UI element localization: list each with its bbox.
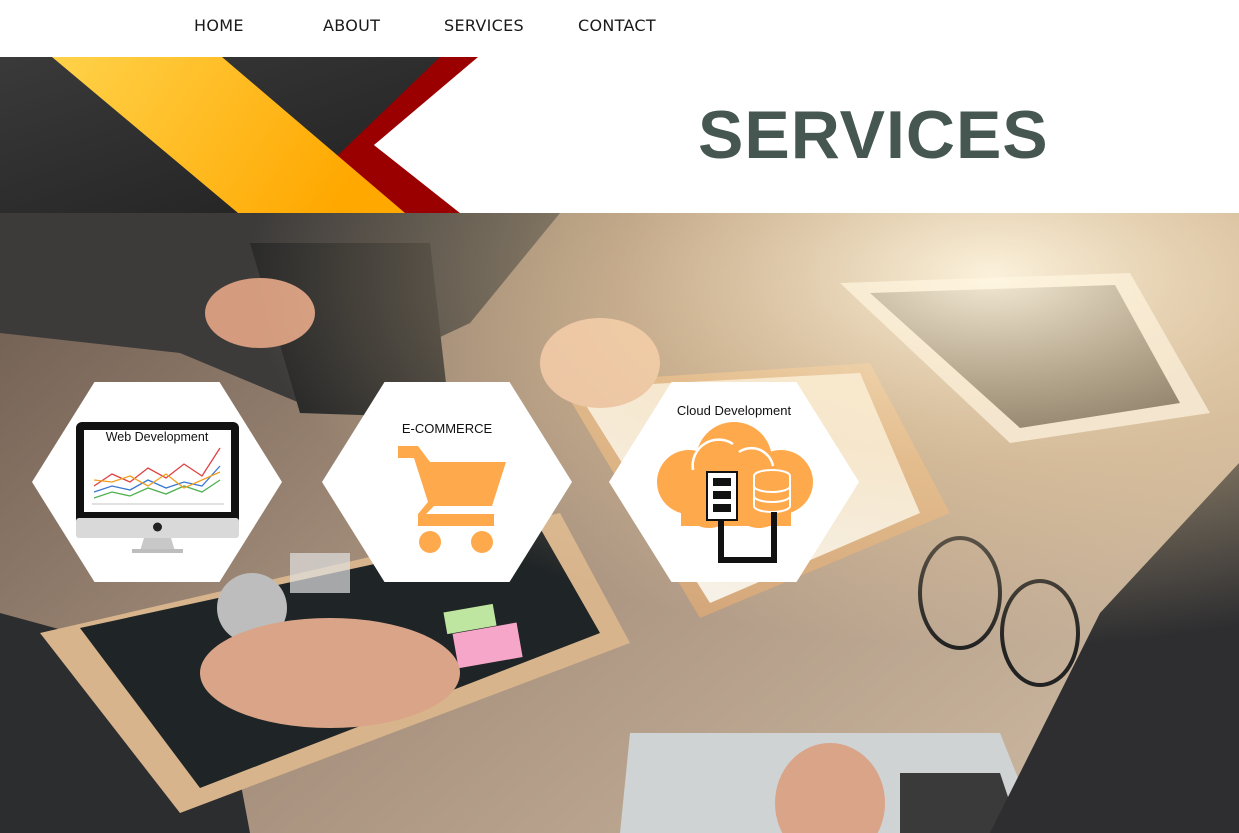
nav-home[interactable]: HOME (194, 16, 244, 35)
page-title: SERVICES (698, 97, 1049, 173)
top-navigation: HOME ABOUT SERVICES CONTACT (0, 0, 1239, 57)
nav-about[interactable]: ABOUT (323, 16, 380, 35)
nav-services[interactable]: SERVICES (444, 16, 524, 35)
services-banner: SERVICES (0, 57, 1239, 213)
banner-graphic (0, 57, 1239, 213)
nav-contact[interactable]: CONTACT (578, 16, 656, 35)
service-label: Web Development (105, 430, 209, 444)
hero-section: Web Development E-COMMERCE Cloud Develop… (0, 213, 1239, 833)
